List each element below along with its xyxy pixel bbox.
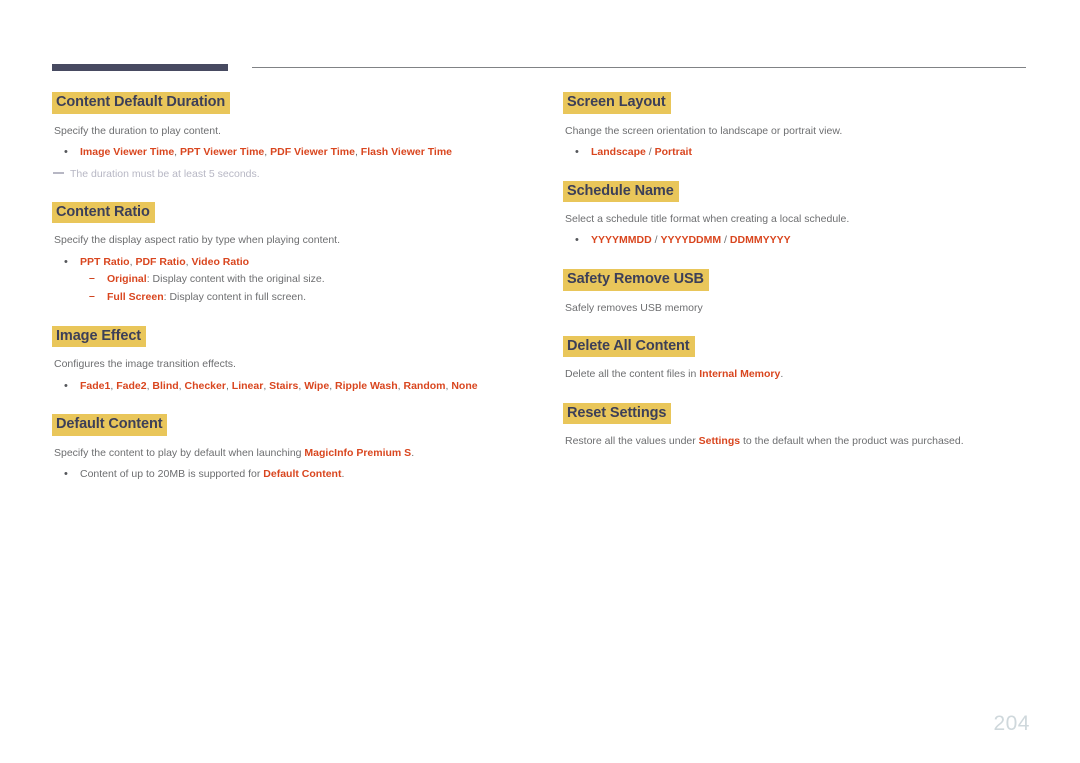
highlighted-term: PPT Viewer Time bbox=[180, 145, 265, 158]
doc-section: Safety Remove USB Safely removes USB memo… bbox=[563, 269, 1033, 316]
doc-section: Content Ratio Specify the display aspect … bbox=[52, 201, 522, 306]
left-column: Content Default Duration Specify the dura… bbox=[52, 92, 522, 503]
doc-section: Schedule Name Select a schedule title for… bbox=[563, 180, 1033, 250]
inline-text: . bbox=[411, 446, 415, 459]
header-rule-thick bbox=[52, 64, 228, 71]
inline-text: / bbox=[721, 234, 730, 247]
section-description: Select a schedule title format when crea… bbox=[565, 213, 850, 226]
highlighted-term: Default Content bbox=[263, 468, 342, 481]
bullet-item: Landscape / Portrait bbox=[563, 144, 1033, 161]
highlighted-term: Internal Memory bbox=[699, 368, 781, 381]
sub-bullet-item: Original: Display content with the origi… bbox=[80, 271, 522, 288]
bullet-item: YYYYMMDD / YYYYDDMM / DDMMYYYY bbox=[563, 232, 1033, 249]
section-description: Safely removes USB memory bbox=[565, 301, 703, 314]
sub-bullet-list: Original: Display content with the origi… bbox=[80, 271, 522, 306]
bullet-item: Image Viewer Time, PPT Viewer Time, PDF … bbox=[52, 144, 522, 161]
bullet-list: Landscape / Portrait bbox=[563, 144, 1033, 161]
highlighted-term: Random bbox=[403, 379, 446, 392]
doc-section: Default Content Specify the content to pl… bbox=[52, 414, 522, 483]
inline-text: Content of up to 20MB is supported for bbox=[80, 468, 264, 481]
bullet-list: Fade1, Fade2, Blind, Checker, Linear, St… bbox=[52, 378, 522, 395]
right-column: Screen Layout Change the screen orientati… bbox=[563, 92, 1033, 469]
highlighted-term: Portrait bbox=[654, 145, 692, 158]
section-heading: Reset Settings bbox=[563, 402, 672, 425]
inline-text: : Display content in full screen. bbox=[163, 291, 307, 303]
doc-section: Reset Settings Restore all the values und… bbox=[563, 402, 1033, 450]
highlighted-term: PDF Ratio bbox=[135, 255, 186, 268]
highlighted-term: Linear bbox=[231, 379, 264, 392]
bullet-item: PPT Ratio, PDF Ratio, Video RatioOrigina… bbox=[52, 253, 522, 306]
highlighted-term: PPT Ratio bbox=[80, 255, 130, 268]
highlighted-term: YYYYMMDD bbox=[591, 234, 652, 247]
highlighted-term: Landscape bbox=[591, 145, 646, 158]
bullet-item: Content of up to 20MB is supported for D… bbox=[52, 466, 522, 483]
inline-text: Restore all the values under bbox=[565, 435, 699, 448]
inline-text: . bbox=[780, 368, 784, 381]
section-heading: Image Effect bbox=[52, 325, 147, 348]
section-description: Restore all the values under Settings to… bbox=[565, 434, 1033, 449]
doc-section: Image Effect Configures the image transit… bbox=[52, 325, 522, 395]
section-heading: Safety Remove USB bbox=[563, 269, 709, 291]
highlighted-term: Settings bbox=[698, 435, 741, 448]
highlighted-term: Stairs bbox=[269, 379, 299, 392]
section-description: Specify the content to play by default w… bbox=[54, 446, 522, 461]
header-rule bbox=[52, 64, 1026, 74]
section-heading: Content Ratio bbox=[52, 201, 155, 224]
doc-section: Content Default Duration Specify the dura… bbox=[52, 92, 522, 182]
section-heading: Content Default Duration bbox=[52, 92, 231, 114]
highlighted-term: Image Viewer Time bbox=[80, 145, 175, 158]
highlighted-term: Checker bbox=[184, 379, 226, 392]
inline-text: . bbox=[341, 468, 345, 481]
highlighted-term: YYYYDDMM bbox=[660, 234, 722, 247]
section-heading: Default Content bbox=[52, 414, 168, 436]
highlighted-term: Blind bbox=[152, 379, 179, 392]
inline-text: Delete all the content files in bbox=[565, 368, 700, 381]
highlighted-term: Video Ratio bbox=[191, 255, 250, 268]
highlighted-term: Fade2 bbox=[116, 379, 147, 392]
bullet-list: Image Viewer Time, PPT Viewer Time, PDF … bbox=[52, 144, 522, 161]
section-description: Specify the display aspect ratio by type… bbox=[54, 234, 341, 247]
highlighted-term: Full Screen bbox=[107, 291, 164, 303]
doc-section: Delete All Content Delete all the content… bbox=[563, 335, 1033, 383]
highlighted-term: Flash Viewer Time bbox=[360, 145, 453, 158]
document-page: Content Default Duration Specify the dura… bbox=[0, 0, 1080, 763]
highlighted-term: PDF Viewer Time bbox=[270, 145, 355, 158]
section-heading: Screen Layout bbox=[563, 92, 671, 114]
bullet-item: Fade1, Fade2, Blind, Checker, Linear, St… bbox=[52, 378, 522, 395]
section-note: The duration must be at least 5 seconds. bbox=[52, 167, 522, 182]
bullet-list: Content of up to 20MB is supported for D… bbox=[52, 466, 522, 483]
section-description: Change the screen orientation to landsca… bbox=[565, 124, 843, 137]
bullet-list: PPT Ratio, PDF Ratio, Video RatioOrigina… bbox=[52, 253, 522, 306]
inline-text: / bbox=[645, 145, 655, 158]
highlighted-term: MagicInfo Premium S bbox=[304, 446, 412, 459]
highlighted-term: Fade1 bbox=[80, 379, 111, 392]
highlighted-term: Original bbox=[107, 273, 147, 286]
bullet-list: YYYYMMDD / YYYYDDMM / DDMMYYYY bbox=[563, 232, 1033, 249]
doc-section: Screen Layout Change the screen orientati… bbox=[563, 92, 1033, 161]
section-description: Specify the duration to play content. bbox=[54, 124, 221, 137]
header-rule-thin bbox=[252, 67, 1026, 68]
inline-text: to the default when the product was purc… bbox=[740, 435, 964, 448]
page-number: 204 bbox=[993, 712, 1030, 735]
sub-bullet-item: Full Screen: Display content in full scr… bbox=[80, 289, 522, 306]
highlighted-term: Ripple Wash bbox=[335, 379, 398, 392]
highlighted-term: Wipe bbox=[304, 379, 330, 392]
inline-text: : Display content with the original size… bbox=[146, 273, 325, 286]
section-heading: Schedule Name bbox=[563, 180, 679, 203]
section-description: Configures the image transition effects. bbox=[54, 358, 236, 371]
section-description: Delete all the content files in Internal… bbox=[565, 367, 1033, 382]
highlighted-term: None bbox=[451, 379, 478, 392]
section-heading: Delete All Content bbox=[563, 335, 695, 358]
highlighted-term: DDMMYYYY bbox=[729, 234, 791, 247]
inline-text: Specify the content to play by default w… bbox=[54, 446, 305, 459]
